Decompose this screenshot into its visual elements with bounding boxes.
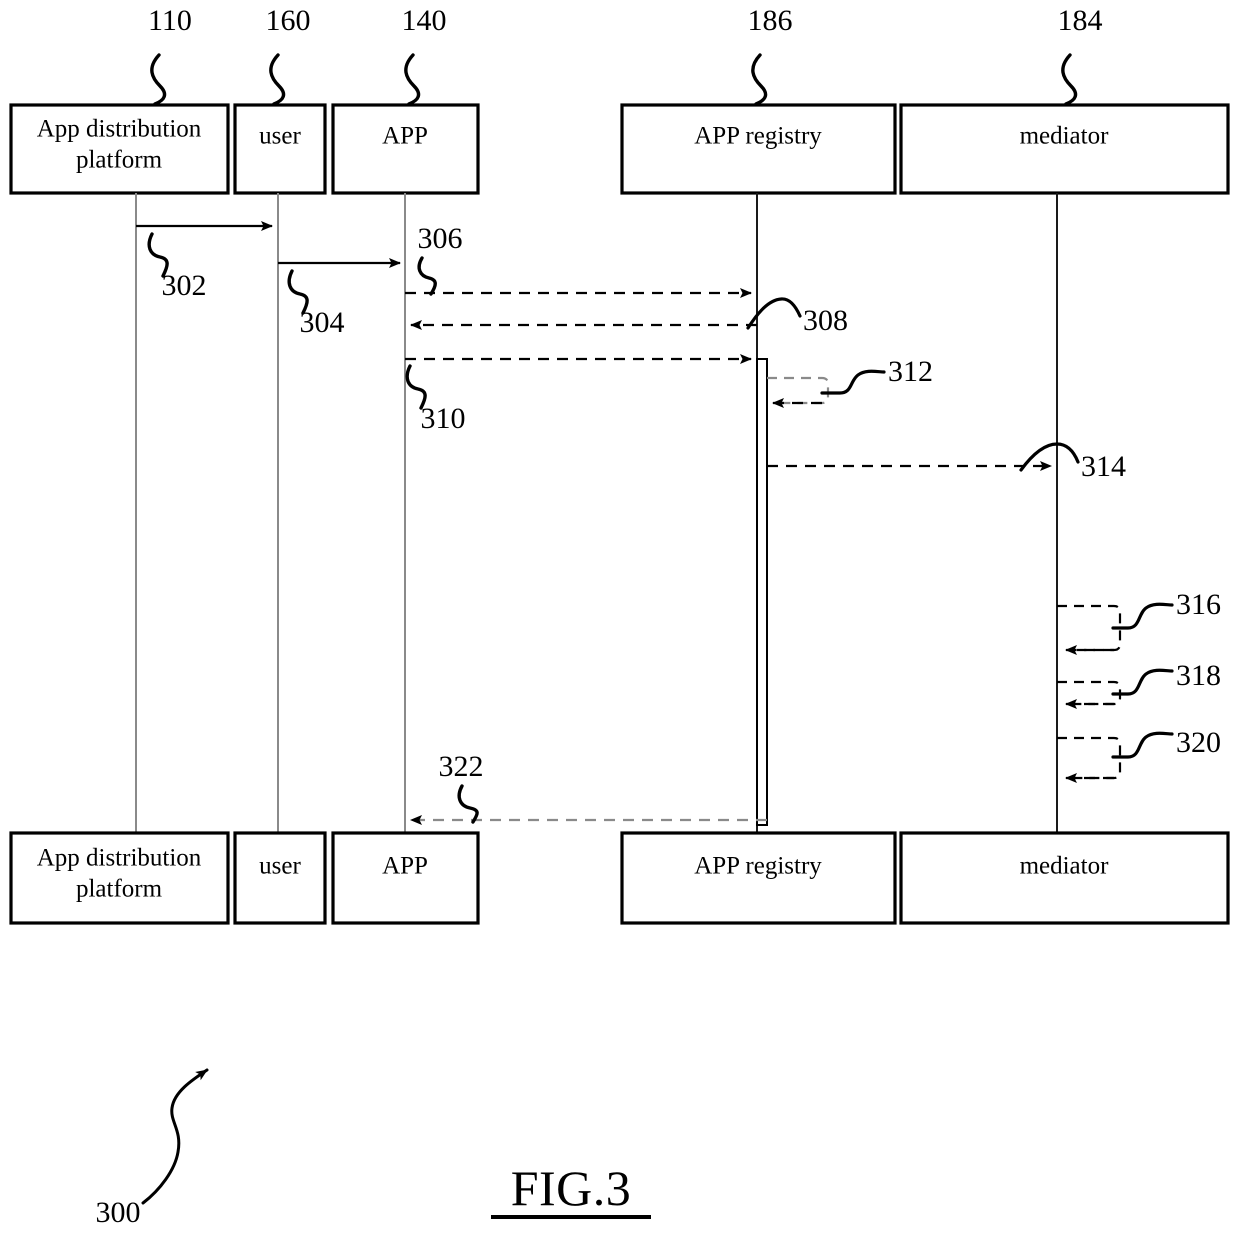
- header-box-platform-label-line1: App distribution: [37, 116, 202, 143]
- ref-numeral-320: 320: [1176, 726, 1221, 759]
- ref-numeral-314: 314: [1081, 450, 1126, 483]
- ref-numeral-316: 316: [1176, 588, 1221, 621]
- message-316: 316: [1057, 588, 1221, 655]
- header-box-app-label: APP: [382, 123, 428, 150]
- leader-squiggle-184: [1061, 53, 1078, 106]
- message-322-squiggle: [457, 784, 479, 824]
- footer-box-app-label: APP: [382, 853, 428, 880]
- footer-box-mediator-label: mediator: [1020, 853, 1110, 880]
- message-306: 306: [405, 222, 752, 298]
- activation-bar-registry: [756, 358, 768, 826]
- message-322: 322: [410, 750, 767, 825]
- figure-caption: FIG.3: [511, 1160, 632, 1216]
- message-306-squiggle: [417, 256, 437, 296]
- header-box-mediator-label: mediator: [1020, 123, 1110, 150]
- message-312: 312: [767, 355, 933, 408]
- message-312-leader: [820, 369, 886, 395]
- ref-numeral-302: 302: [162, 269, 207, 302]
- message-304: 304: [278, 258, 401, 339]
- activation-bars: [756, 358, 768, 826]
- leader-squiggle-140: [404, 53, 421, 106]
- message-312-loop: [767, 376, 830, 405]
- footer-box-registry-label: APP registry: [694, 853, 822, 880]
- ref-numeral-322: 322: [439, 750, 484, 783]
- message-320-leader: [1111, 731, 1174, 759]
- message-320: 320: [1057, 726, 1221, 783]
- ref-numeral-306: 306: [418, 222, 463, 255]
- ref-numeral-310: 310: [421, 402, 466, 435]
- message-320-loop: [1057, 736, 1122, 780]
- message-318-leader: [1111, 668, 1174, 696]
- leader-squiggle-110: [150, 53, 167, 106]
- ref-numeral-308: 308: [803, 304, 848, 337]
- message-318: 318: [1057, 659, 1221, 709]
- patent-figure-3: 110 160 140 186 184 App distribution pla…: [0, 0, 1240, 1235]
- footer-box-platform-label-line1: App distribution: [37, 845, 202, 872]
- message-316-loop: [1057, 604, 1122, 652]
- footer-box-user-label: user: [259, 853, 301, 880]
- ref-numeral-300: 300: [96, 1196, 141, 1229]
- bottom-footer-boxes: App distribution platform user APP APP r…: [9, 831, 1230, 925]
- message-308-leader: [746, 297, 802, 330]
- ref-numeral-140: 140: [402, 4, 447, 37]
- figure-caption-group: FIG.3: [491, 1160, 651, 1219]
- ref-numeral-110: 110: [148, 4, 192, 37]
- ref-numeral-318: 318: [1176, 659, 1221, 692]
- ref-numeral-312: 312: [888, 355, 933, 388]
- footer-box-platform-label-line2: platform: [76, 876, 163, 903]
- header-box-user-label: user: [259, 123, 301, 150]
- leader-squiggle-160: [269, 53, 286, 106]
- message-318-loop: [1057, 680, 1122, 706]
- ref-numeral-304: 304: [300, 306, 345, 339]
- leader-squiggle-186: [751, 53, 768, 106]
- message-314: 314: [767, 442, 1126, 483]
- ref-numeral-186: 186: [748, 4, 793, 37]
- header-box-registry-label: APP registry: [694, 123, 822, 150]
- message-314-leader: [1019, 442, 1080, 472]
- ref-numeral-184: 184: [1058, 4, 1103, 37]
- message-310: 310: [405, 354, 752, 435]
- top-reference-numerals: 110 160 140 186 184: [148, 4, 1103, 106]
- message-308: 308: [410, 297, 848, 337]
- top-header-boxes: App distribution platform user APP APP r…: [9, 103, 1230, 195]
- ref-numeral-160: 160: [266, 4, 311, 37]
- message-316-leader: [1111, 602, 1174, 630]
- header-box-platform-label-line2: platform: [76, 147, 163, 174]
- lifelines: [135, 193, 1058, 833]
- message-302: 302: [136, 221, 273, 302]
- figure-reference-300: 300: [96, 1068, 209, 1229]
- sequence-diagram-canvas: 110 160 140 186 184 App distribution pla…: [9, 4, 1230, 1229]
- figure-reference-300-arrow: [141, 1068, 209, 1205]
